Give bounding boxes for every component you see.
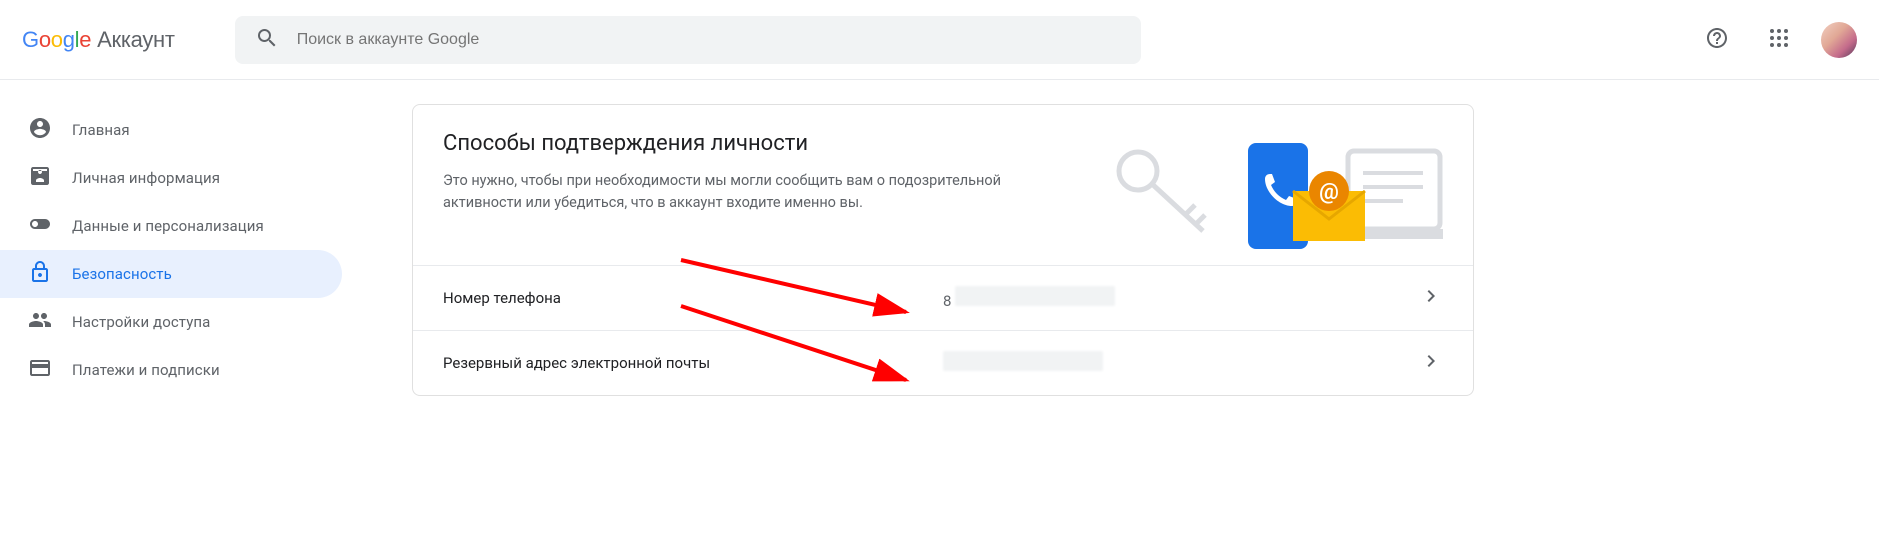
card-header-text: Способы подтверждения личности Это нужно…	[443, 131, 1073, 214]
sidebar-item-label: Главная	[72, 121, 130, 139]
search-icon	[255, 26, 279, 54]
id-card-icon	[28, 164, 52, 192]
apps-button[interactable]	[1759, 20, 1799, 60]
sidebar-item-home[interactable]: Главная	[0, 106, 342, 154]
redacted-value	[943, 351, 1103, 371]
chevron-right-icon	[1419, 284, 1443, 312]
sidebar-item-label: Настройки доступа	[72, 313, 210, 331]
logo-product-label: Аккаунт	[97, 27, 175, 53]
google-logo: Google	[22, 27, 91, 53]
people-icon	[28, 308, 52, 336]
sidebar: Главная Личная информация Данные и персо…	[0, 80, 352, 537]
header-right	[1697, 20, 1857, 60]
user-circle-icon	[28, 116, 52, 144]
search-box[interactable]	[235, 16, 1141, 64]
card-description: Это нужно, чтобы при необходимости мы мо…	[443, 170, 1033, 214]
lock-icon	[28, 260, 52, 288]
sidebar-item-security[interactable]: Безопасность	[0, 250, 342, 298]
help-icon	[1705, 26, 1729, 54]
sidebar-item-sharing[interactable]: Настройки доступа	[0, 298, 342, 346]
row-recovery-email[interactable]: Резервный адрес электронной почты	[413, 330, 1473, 395]
help-button[interactable]	[1697, 20, 1737, 60]
apps-grid-icon	[1767, 26, 1791, 54]
redacted-value	[955, 286, 1115, 306]
avatar[interactable]	[1821, 22, 1857, 58]
svg-text:@: @	[1319, 180, 1339, 205]
card-illustration: @	[1103, 131, 1443, 249]
sidebar-item-label: Платежи и подписки	[72, 361, 220, 379]
row-value	[943, 351, 1419, 375]
sidebar-item-label: Безопасность	[72, 265, 172, 283]
credit-card-icon	[28, 356, 52, 384]
logo-group[interactable]: Google Аккаунт	[22, 27, 175, 53]
verification-card: Способы подтверждения личности Это нужно…	[412, 104, 1474, 396]
sidebar-item-personal[interactable]: Личная информация	[0, 154, 342, 202]
row-label: Резервный адрес электронной почты	[443, 354, 943, 372]
row-phone[interactable]: Номер телефона 8	[413, 265, 1473, 330]
row-label: Номер телефона	[443, 289, 943, 307]
header: Google Аккаунт	[0, 0, 1879, 80]
phone-value-prefix: 8	[943, 292, 951, 310]
card-title: Способы подтверждения личности	[443, 131, 1073, 156]
sidebar-item-payments[interactable]: Платежи и подписки	[0, 346, 342, 394]
card-header: Способы подтверждения личности Это нужно…	[413, 105, 1473, 265]
body: Главная Личная информация Данные и персо…	[0, 80, 1879, 537]
main: Способы подтверждения личности Это нужно…	[352, 80, 1879, 537]
sidebar-item-data[interactable]: Данные и персонализация	[0, 202, 342, 250]
sidebar-item-label: Данные и персонализация	[72, 217, 264, 235]
chevron-right-icon	[1419, 349, 1443, 377]
row-value: 8	[943, 286, 1419, 310]
sidebar-item-label: Личная информация	[72, 169, 220, 187]
search-input[interactable]	[297, 31, 1121, 49]
toggle-icon	[28, 212, 52, 240]
